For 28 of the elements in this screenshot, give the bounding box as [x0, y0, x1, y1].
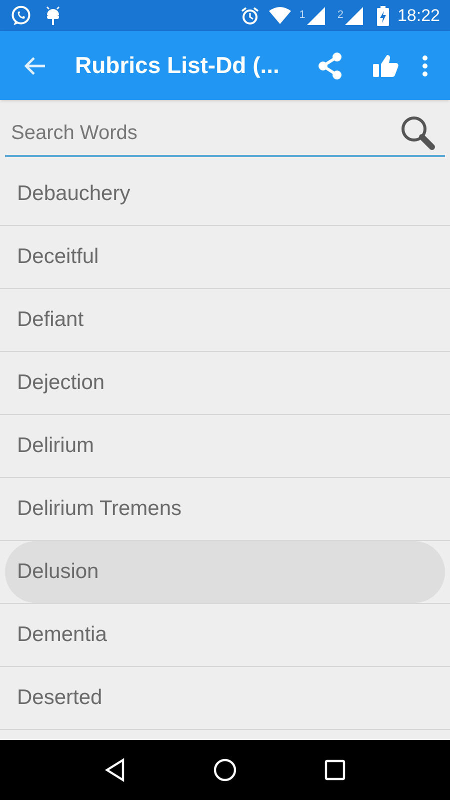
more-vertical-icon	[422, 54, 428, 76]
list-item[interactable]: Delirium	[5, 415, 445, 477]
list-item[interactable]: Delusion	[5, 541, 445, 603]
back-triangle-icon	[104, 758, 126, 782]
clock-time: 18:22	[397, 4, 440, 27]
list-item[interactable]: Dejection	[5, 352, 445, 414]
home-circle-icon	[213, 758, 237, 782]
screen-title: Rubrics List-Dd (...	[75, 51, 280, 80]
sim-label: 2	[337, 8, 344, 24]
thumbs-up-icon	[373, 54, 399, 78]
list-item[interactable]: Defiant	[5, 289, 445, 351]
signal-icon	[307, 6, 326, 24]
android-icon	[45, 6, 61, 26]
sim-label: 1	[299, 8, 306, 24]
list-item[interactable]: Dementia	[5, 604, 445, 666]
chat-app-icon	[10, 4, 32, 26]
search-field[interactable]: Search Words	[5, 118, 399, 148]
signal-icon	[345, 6, 364, 24]
list-item[interactable]: Deceitful	[5, 226, 445, 288]
wifi-icon	[269, 6, 292, 24]
battery-icon	[377, 6, 390, 26]
list-item[interactable]: Deserted	[5, 667, 445, 729]
list-item[interactable]: Debauchery	[5, 163, 445, 225]
search-icon[interactable]	[399, 114, 437, 152]
recents-square-icon	[324, 759, 346, 781]
list-item[interactable]: Delirium Tremens	[5, 478, 445, 540]
back-arrow-icon	[24, 56, 46, 76]
alarm-icon	[240, 6, 260, 26]
